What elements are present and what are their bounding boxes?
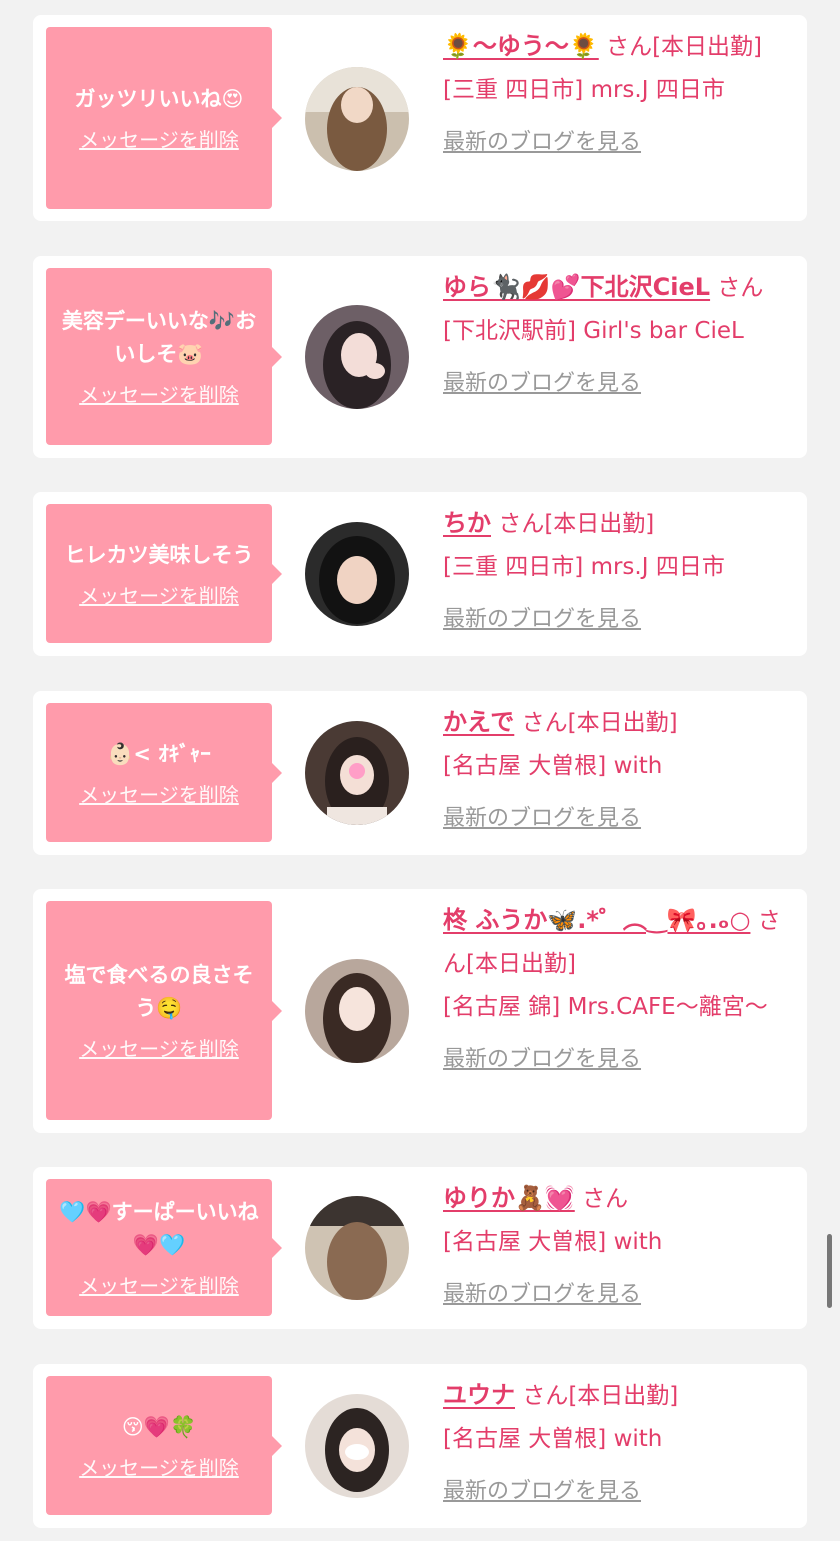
avatar[interactable]: [305, 1394, 409, 1498]
like-card: 😚💗🍀 メッセージを削除 ユウナ さん[本日出勤] [名古屋 大曽根] with…: [33, 1364, 807, 1528]
message-bubble: ガッツリいいね😍 メッセージを削除: [46, 27, 282, 209]
latest-blog-link[interactable]: 最新のブログを見る: [443, 1470, 793, 1513]
avatar[interactable]: [305, 959, 409, 1063]
like-card: ガッツリいいね😍 メッセージを削除 🌻〜ゆう〜🌻 さん[本日出勤] [三重 四日…: [33, 15, 807, 221]
delete-message-link[interactable]: メッセージを削除: [79, 379, 239, 408]
message-bubble: 🩵💗すーぱーいいね💗🩵 メッセージを削除: [46, 1179, 282, 1316]
shop-name: [名古屋 錦] Mrs.CAFE〜離宮〜: [443, 994, 768, 1020]
girl-info: ちか さん[本日出勤] [三重 四日市] mrs.J 四日市 最新のブログを見る: [443, 502, 793, 641]
message-text: 塩で食べるの良さそう🤤: [64, 963, 254, 1020]
shop-name: [名古屋 大曽根] with: [443, 1426, 663, 1452]
girl-name-link[interactable]: ちか: [443, 509, 491, 537]
latest-blog-link[interactable]: 最新のブログを見る: [443, 1273, 793, 1316]
girl-suffix: さん: [717, 275, 764, 301]
girl-info: ユウナ さん[本日出勤] [名古屋 大曽根] with 最新のブログを見る: [443, 1374, 793, 1513]
girl-name-link[interactable]: 柊 ふうか🦋.*゜︵‿🎀｡.ₒ○: [443, 906, 750, 934]
message-text: 😚💗🍀: [121, 1414, 197, 1439]
avatar[interactable]: [305, 522, 409, 626]
scrollbar[interactable]: [827, 1234, 832, 1308]
girl-info: 柊 ふうか🦋.*゜︵‿🎀｡.ₒ○ さん[本日出勤] [名古屋 錦] Mrs.CA…: [443, 899, 793, 1081]
message-text: 🩵💗すーぱーいいね💗🩵: [59, 1200, 259, 1257]
latest-blog-link[interactable]: 最新のブログを見る: [443, 598, 793, 641]
like-card: 塩で食べるの良さそう🤤 メッセージを削除 柊 ふうか🦋.*゜︵‿🎀｡.ₒ○ さん…: [33, 889, 807, 1133]
avatar[interactable]: [305, 721, 409, 825]
delete-message-link[interactable]: メッセージを削除: [79, 1270, 239, 1299]
girl-info: 🌻〜ゆう〜🌻 さん[本日出勤] [三重 四日市] mrs.J 四日市 最新のブロ…: [443, 25, 793, 164]
girl-suffix: さん[本日出勤]: [606, 34, 763, 60]
avatar[interactable]: [305, 1196, 409, 1300]
avatar[interactable]: [305, 305, 409, 409]
message-text: 美容デーいいな🎶おいしそ🐷: [61, 309, 257, 366]
message-bubble: ヒレカツ美味しそう メッセージを削除: [46, 504, 282, 643]
latest-blog-link[interactable]: 最新のブログを見る: [443, 121, 793, 164]
delete-message-link[interactable]: メッセージを削除: [79, 779, 239, 808]
girl-info: かえで さん[本日出勤] [名古屋 大曽根] with 最新のブログを見る: [443, 701, 793, 840]
girl-name-link[interactable]: ゆりか🧸💓: [443, 1184, 575, 1212]
delete-message-link[interactable]: メッセージを削除: [79, 1033, 239, 1062]
latest-blog-link[interactable]: 最新のブログを見る: [443, 1038, 793, 1081]
delete-message-link[interactable]: メッセージを削除: [79, 124, 239, 153]
shop-name: [三重 四日市] mrs.J 四日市: [443, 554, 725, 580]
girl-name-link[interactable]: 🌻〜ゆう〜🌻: [443, 32, 599, 60]
girl-suffix: さん[本日出勤]: [522, 1383, 679, 1409]
like-card: 👶🏻< ｵｷﾞｬｰ メッセージを削除 かえで さん[本日出勤] [名古屋 大曽根…: [33, 691, 807, 855]
message-bubble: 塩で食べるの良さそう🤤 メッセージを削除: [46, 901, 282, 1120]
girl-name-link[interactable]: ユウナ: [443, 1381, 515, 1409]
latest-blog-link[interactable]: 最新のブログを見る: [443, 797, 793, 840]
latest-blog-link[interactable]: 最新のブログを見る: [443, 362, 793, 405]
message-bubble: 😚💗🍀 メッセージを削除: [46, 1376, 282, 1515]
girl-suffix: さん[本日出勤]: [498, 511, 655, 537]
shop-name: [名古屋 大曽根] with: [443, 1229, 663, 1255]
girl-info: ゆら🐈‍⬛💋💕下北沢CieL さん [下北沢駅前] Girl's bar Cie…: [443, 266, 793, 405]
like-card: ヒレカツ美味しそう メッセージを削除 ちか さん[本日出勤] [三重 四日市] …: [33, 492, 807, 656]
delete-message-link[interactable]: メッセージを削除: [79, 580, 239, 609]
avatar[interactable]: [305, 67, 409, 171]
message-text: ヒレカツ美味しそう: [64, 542, 254, 567]
like-card: 美容デーいいな🎶おいしそ🐷 メッセージを削除 ゆら🐈‍⬛💋💕下北沢CieL さん…: [33, 256, 807, 458]
shop-name: [三重 四日市] mrs.J 四日市: [443, 77, 725, 103]
message-bubble: 👶🏻< ｵｷﾞｬｰ メッセージを削除: [46, 703, 282, 842]
delete-message-link[interactable]: メッセージを削除: [79, 1452, 239, 1481]
message-text: ガッツリいいね😍: [74, 87, 244, 111]
message-text: 👶🏻< ｵｷﾞｬｰ: [107, 741, 211, 766]
girl-name-link[interactable]: かえで: [443, 708, 514, 736]
girl-name-link[interactable]: ゆら🐈‍⬛💋💕下北沢CieL: [443, 273, 710, 301]
shop-name: [名古屋 大曽根] with: [443, 753, 663, 779]
girl-suffix: さん[本日出勤]: [521, 710, 678, 736]
like-card: 🩵💗すーぱーいいね💗🩵 メッセージを削除 ゆりか🧸💓 さん [名古屋 大曽根] …: [33, 1167, 807, 1329]
shop-name: [下北沢駅前] Girl's bar CieL: [443, 318, 744, 344]
message-bubble: 美容デーいいな🎶おいしそ🐷 メッセージを削除: [46, 268, 282, 445]
girl-info: ゆりか🧸💓 さん [名古屋 大曽根] with 最新のブログを見る: [443, 1177, 793, 1316]
girl-suffix: さん: [582, 1186, 629, 1212]
